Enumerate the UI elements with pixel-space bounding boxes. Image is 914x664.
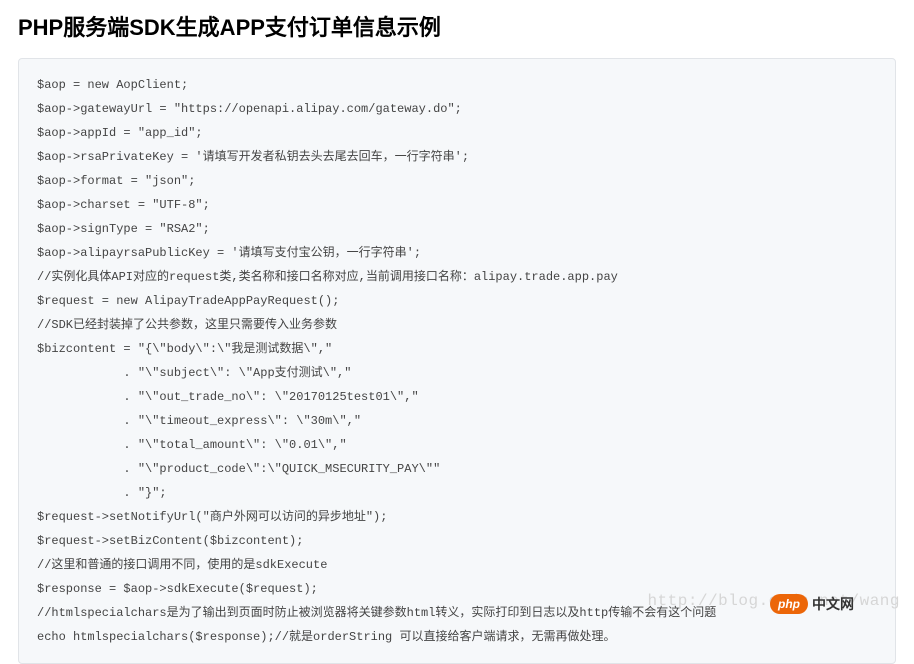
code-block: $aop = new AopClient; $aop->gatewayUrl =… <box>18 58 896 664</box>
page-title: PHP服务端SDK生成APP支付订单信息示例 <box>0 0 914 58</box>
